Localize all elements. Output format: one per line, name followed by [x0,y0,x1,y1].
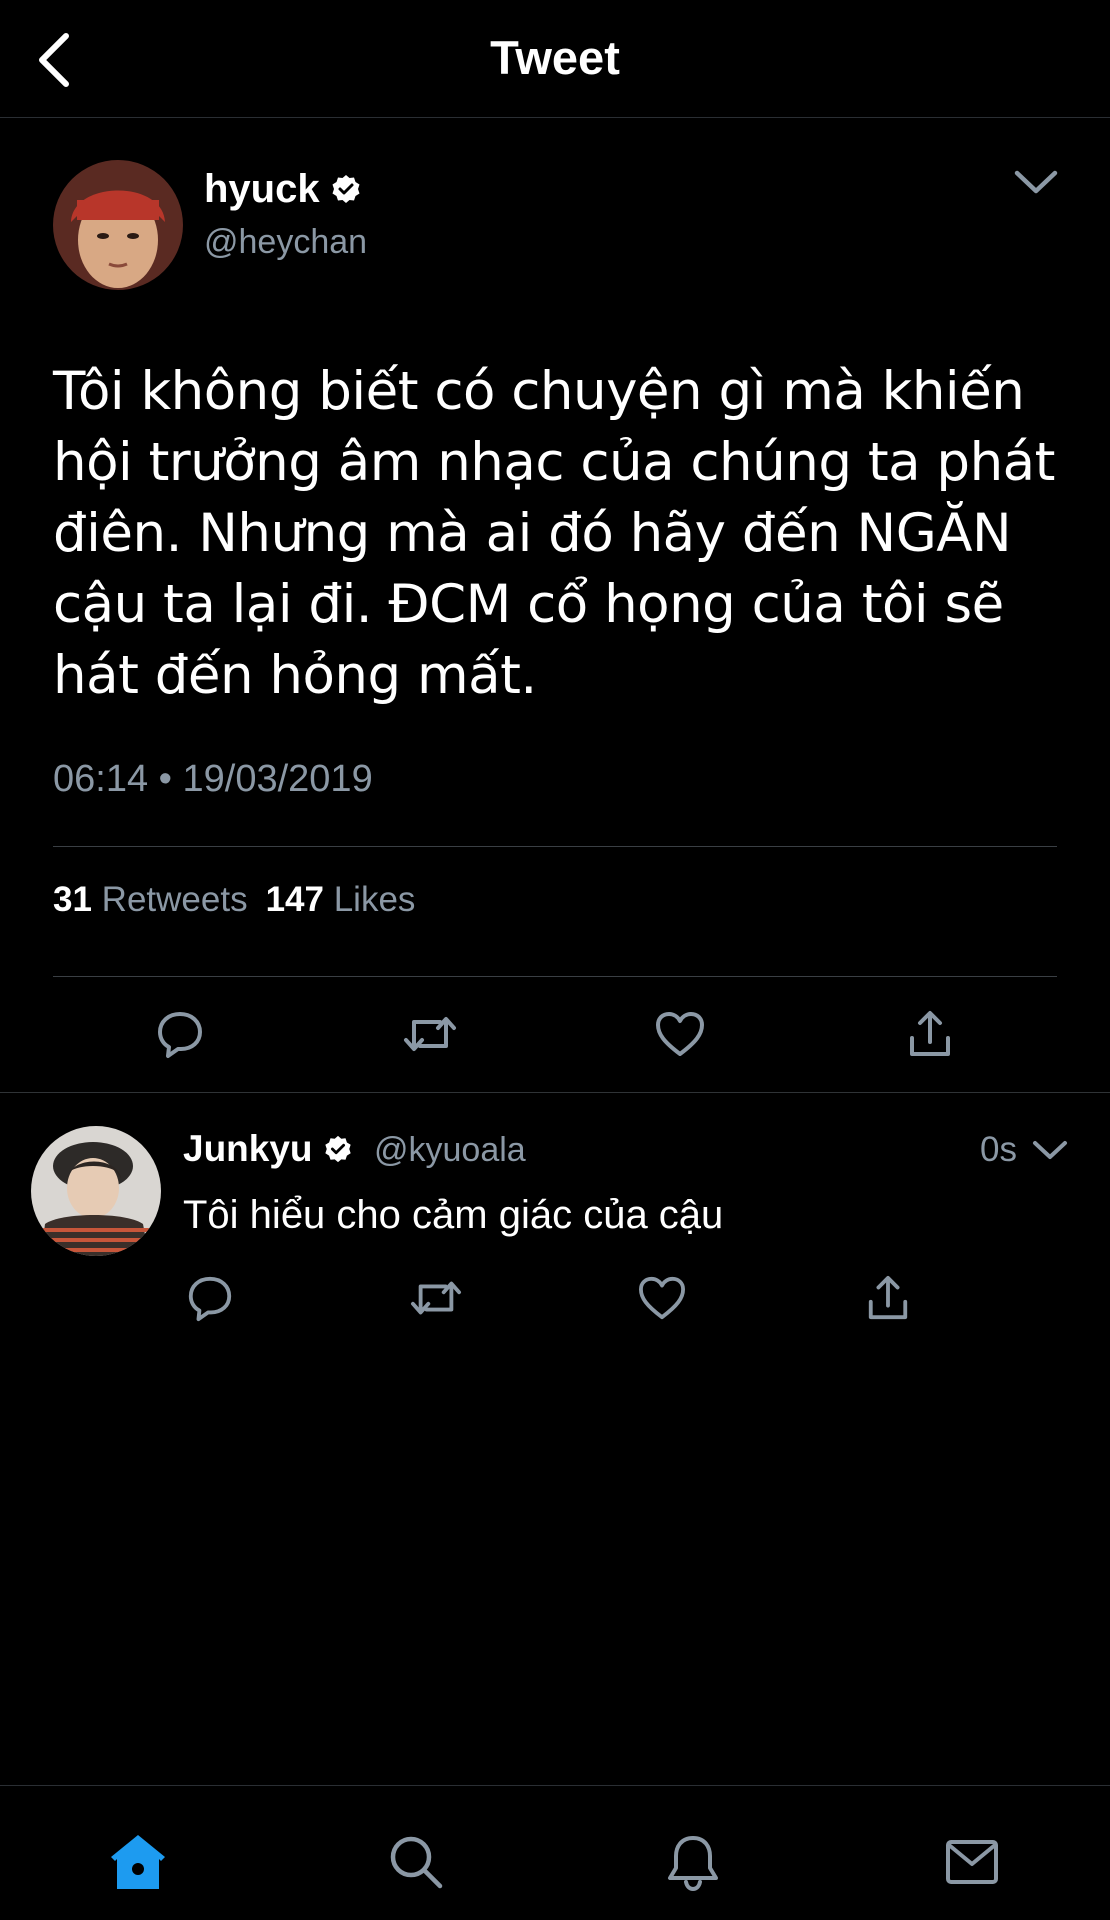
messages-icon [946,1840,998,1884]
chevron-down-icon [1033,1141,1067,1159]
share-button[interactable] [898,1002,962,1066]
reply-icon [158,1012,202,1058]
retweet-button[interactable] [398,1002,462,1066]
like-icon [639,1276,685,1320]
section-divider [0,1092,1110,1093]
author-name[interactable]: Junkyu [183,1126,353,1172]
retweet-button[interactable] [404,1266,468,1330]
nav-notifications[interactable] [653,1826,733,1898]
tweet-timestamp: 06:14 • 19/03/2019 [53,758,373,800]
reply-button[interactable] [148,1002,212,1066]
bottom-nav [0,1785,1110,1920]
verified-badge-icon [332,175,360,203]
notifications-icon [668,1836,718,1892]
likes-stat[interactable]: 147 Likes [266,876,416,924]
avatar[interactable] [31,1126,161,1256]
avatar[interactable] [53,160,183,290]
avatar-image [31,1126,161,1256]
retweets-stat[interactable]: 31 Retweets [53,876,248,924]
share-icon [910,1011,950,1056]
top-bar: Tweet [0,0,1110,118]
like-icon [656,1012,704,1056]
verified-badge-icon [324,1135,351,1163]
share-icon [868,1275,908,1320]
search-icon [390,1836,443,1889]
nav-search[interactable] [376,1826,456,1898]
tweet-options-button[interactable] [1010,160,1062,204]
author-handle[interactable]: @heychan [204,222,367,262]
page-title: Tweet [490,31,620,84]
nav-messages[interactable] [932,1826,1012,1898]
chevron-down-icon [1014,170,1058,194]
divider [53,846,1057,847]
nav-home[interactable] [98,1826,178,1898]
reply-icon [188,1276,232,1322]
author-name[interactable]: hyuck [204,166,362,212]
retweet-icon [411,1281,461,1315]
tweet-options-button[interactable] [1028,1130,1072,1170]
reply-text: Tôi hiểu cho cảm giác của cậu [183,1193,724,1237]
share-button[interactable] [856,1266,920,1330]
tweet-text: Tôi không biết có chuyện gì mà khiến hội… [53,361,1055,706]
author-handle[interactable]: @kyuoala [374,1128,526,1172]
home-icon [111,1835,165,1889]
reply-button[interactable] [178,1266,242,1330]
tweet-stats: 31 Retweets 147 Likes [53,876,415,924]
retweet-icon [404,1017,456,1051]
reply-timestamp: 0s [980,1130,1017,1169]
like-button[interactable] [648,1002,712,1066]
avatar-image [53,160,183,290]
like-button[interactable] [630,1266,694,1330]
divider [53,976,1057,977]
